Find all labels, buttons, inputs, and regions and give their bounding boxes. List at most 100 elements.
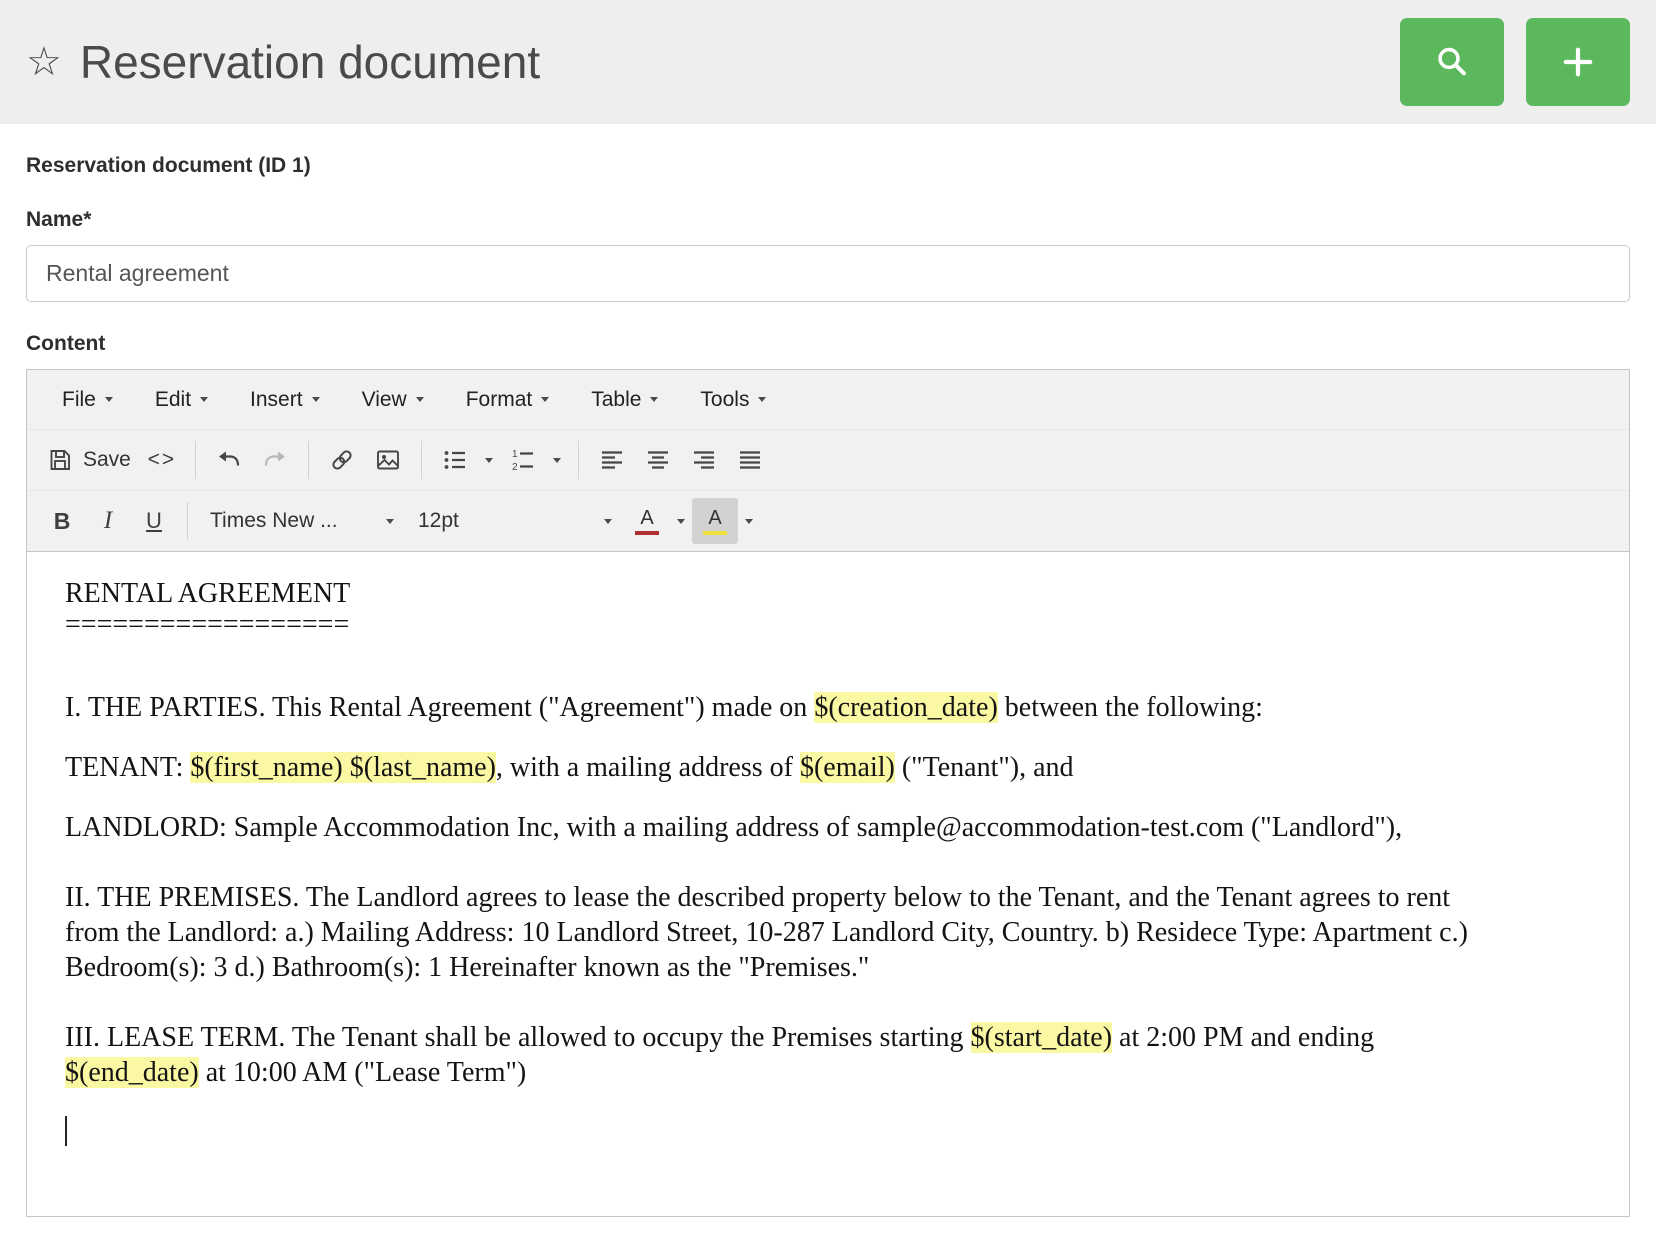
menu-label: Insert xyxy=(250,388,303,412)
name-field-label: Name* xyxy=(26,208,1630,232)
bullet-list-dropdown[interactable] xyxy=(478,437,500,483)
text-segment: ("Tenant"), and xyxy=(895,752,1074,783)
bullet-list-button[interactable] xyxy=(432,437,478,483)
menu-label: Format xyxy=(466,388,533,412)
menu-file[interactable]: File xyxy=(41,378,134,422)
heading-underline: ================== xyxy=(65,609,349,640)
align-left-button[interactable] xyxy=(589,437,635,483)
floppy-disk-icon xyxy=(47,447,73,473)
toolbar-separator xyxy=(187,502,188,540)
redo-icon xyxy=(262,447,288,473)
redo-button[interactable] xyxy=(252,437,298,483)
bold-icon: B xyxy=(54,508,71,535)
document-body: I. THE PARTIES. This Rental Agreement ("… xyxy=(65,690,1489,1150)
numbered-list-button[interactable]: 1 2 xyxy=(500,437,546,483)
content-field-label: Content xyxy=(26,332,1630,356)
code-icon: <> xyxy=(148,448,177,472)
bullet-list-icon xyxy=(442,447,468,473)
editor-toolbar-row1: Save <> xyxy=(27,430,1629,491)
chevron-down-icon xyxy=(105,397,113,402)
background-color-dropdown[interactable] xyxy=(738,498,760,544)
underline-button[interactable]: U xyxy=(131,498,177,544)
menu-label: Table xyxy=(591,388,641,412)
toolbar-separator xyxy=(578,441,579,479)
text-segment: between the following: xyxy=(998,692,1263,723)
menu-label: Tools xyxy=(700,388,749,412)
add-button[interactable] xyxy=(1526,18,1630,106)
numbered-list-dropdown[interactable] xyxy=(546,437,568,483)
menu-tools[interactable]: Tools xyxy=(679,378,787,422)
chevron-down-icon xyxy=(745,519,753,524)
main-content: Reservation document (ID 1) Name* Conten… xyxy=(0,154,1656,1217)
background-color-button[interactable]: A xyxy=(692,498,738,544)
align-justify-icon xyxy=(737,447,763,473)
favorite-star-icon[interactable]: ☆ xyxy=(26,42,62,82)
insert-link-button[interactable] xyxy=(319,437,365,483)
toolbar-separator xyxy=(308,441,309,479)
underline-icon: U xyxy=(146,508,162,534)
save-button[interactable]: Save xyxy=(39,437,139,483)
rich-text-editor: File Edit Insert View Format Table Tools Save … xyxy=(26,369,1630,1217)
background-color-swatch xyxy=(703,531,727,535)
undo-icon xyxy=(216,447,242,473)
document-paragraph: II. THE PREMISES. The Landlord agrees to… xyxy=(65,880,1489,985)
menu-edit[interactable]: Edit xyxy=(134,378,229,422)
background-color-icon: A xyxy=(708,508,721,528)
text-color-icon: A xyxy=(640,508,653,528)
template-variable: $(creation_date) xyxy=(814,692,997,723)
text-color-button[interactable]: A xyxy=(624,498,670,544)
align-right-button[interactable] xyxy=(681,437,727,483)
menu-label: Edit xyxy=(155,388,191,412)
menu-label: File xyxy=(62,388,96,412)
cursor-line xyxy=(65,1115,1489,1150)
text-color-dropdown[interactable] xyxy=(670,498,692,544)
align-justify-button[interactable] xyxy=(727,437,773,483)
menu-insert[interactable]: Insert xyxy=(229,378,341,422)
header-actions xyxy=(1400,18,1630,106)
document-heading: RENTAL AGREEMENT ================== xyxy=(65,578,1489,640)
toolbar-separator xyxy=(421,441,422,479)
chevron-down-icon xyxy=(650,397,658,402)
font-family-select[interactable]: Times New ... xyxy=(198,498,406,544)
italic-icon: I xyxy=(104,507,112,535)
chevron-down-icon xyxy=(541,397,549,402)
chevron-down-icon xyxy=(312,397,320,402)
text-segment: TENANT: xyxy=(65,752,190,783)
menu-table[interactable]: Table xyxy=(570,378,679,422)
document-paragraph: I. THE PARTIES. This Rental Agreement ("… xyxy=(65,690,1489,725)
align-center-icon xyxy=(645,447,671,473)
font-size-select[interactable]: 12pt xyxy=(406,498,624,544)
italic-button[interactable]: I xyxy=(85,498,131,544)
svg-text:1: 1 xyxy=(512,449,518,460)
text-segment: at 10:00 AM ("Lease Term") xyxy=(199,1057,527,1088)
insert-image-button[interactable] xyxy=(365,437,411,483)
template-variable: $(email) xyxy=(800,752,895,783)
name-input[interactable] xyxy=(26,245,1630,302)
text-segment: LANDLORD: Sample Accommodation Inc, with… xyxy=(65,812,1402,843)
undo-button[interactable] xyxy=(206,437,252,483)
document-paragraph: LANDLORD: Sample Accommodation Inc, with… xyxy=(65,810,1489,845)
document-edit-area[interactable]: RENTAL AGREEMENT ================== I. T… xyxy=(27,552,1629,1217)
bold-button[interactable]: B xyxy=(39,498,85,544)
chevron-down-icon xyxy=(200,397,208,402)
record-title: Reservation document (ID 1) xyxy=(26,154,1630,178)
text-segment: , with a mailing address of xyxy=(496,752,800,783)
chevron-down-icon xyxy=(677,519,685,524)
search-button[interactable] xyxy=(1400,18,1504,106)
chevron-down-icon xyxy=(485,458,493,463)
font-size-value: 12pt xyxy=(418,509,459,533)
template-variable: $(end_date) xyxy=(65,1057,199,1088)
align-center-button[interactable] xyxy=(635,437,681,483)
text-segment: III. LEASE TERM. The Tenant shall be all… xyxy=(65,1022,971,1053)
menu-format[interactable]: Format xyxy=(445,378,571,422)
name-label-text: Name xyxy=(26,208,83,231)
align-right-icon xyxy=(691,447,717,473)
chevron-down-icon xyxy=(604,519,612,524)
save-button-label: Save xyxy=(83,448,131,472)
link-icon xyxy=(329,447,355,473)
text-cursor xyxy=(65,1116,67,1146)
source-code-button[interactable]: <> xyxy=(139,437,185,483)
text-segment: I. THE PARTIES. This Rental Agreement ("… xyxy=(65,692,814,723)
chevron-down-icon xyxy=(386,519,394,524)
menu-view[interactable]: View xyxy=(341,378,445,422)
